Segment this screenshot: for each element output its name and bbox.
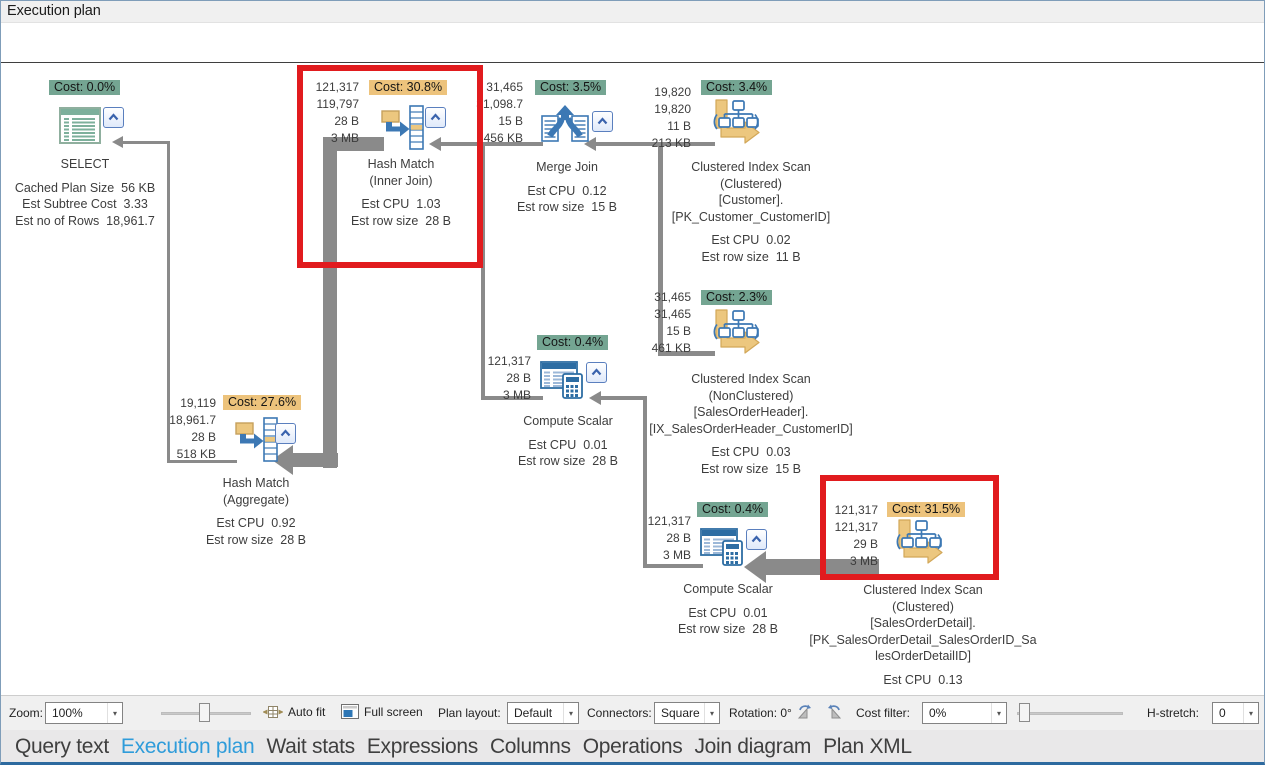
node-label: Clustered Index Scan(Clustered)[SalesOrd… [808, 582, 1038, 688]
select-operator-icon[interactable] [59, 105, 103, 152]
rotation-label: Rotation: 0° [729, 706, 792, 720]
node-detail-lines: Est CPU 0.13 [808, 672, 1038, 689]
cost-badge: Cost: 27.6% [223, 395, 301, 410]
connectors-combobox[interactable]: Square ▾ [654, 702, 720, 724]
h-stretch-label: H-stretch: [1147, 706, 1199, 720]
h-stretch-combobox[interactable]: 0 ▾ [1212, 702, 1259, 724]
cost-filter-combobox[interactable]: 0% ▾ [922, 702, 1007, 724]
arrowhead-icon [744, 551, 766, 583]
rotate-left-icon [796, 704, 815, 719]
plan-canvas[interactable]: Cost: 0.0% SELECTCached Plan Size 56 KBEs… [1, 64, 1264, 695]
arrowhead-icon [589, 391, 601, 405]
tab-query-text[interactable]: Query text [9, 735, 115, 759]
pane-title: Execution plan [1, 1, 1264, 23]
cost-filter-label: Cost filter: [856, 706, 910, 720]
zoom-slider[interactable] [161, 702, 251, 724]
highlight-box-2 [820, 475, 999, 580]
connector-computescalar2-to-computescalar1 [643, 564, 703, 568]
tab-join-diagram[interactable]: Join diagram [688, 735, 817, 759]
node-row-stats: 31,46531,46515 B461 KB [601, 289, 691, 357]
collapse-node-button[interactable] [103, 107, 124, 128]
tab-execution-plan[interactable]: Execution plan [115, 735, 261, 759]
connector-aggregate-to-select [122, 141, 170, 144]
auto-fit-button[interactable]: Auto fit [263, 704, 325, 720]
plan-layout-combobox[interactable]: Default ▾ [507, 702, 579, 724]
scan-operator-icon[interactable] [711, 309, 761, 360]
node-label: SELECTCached Plan Size 56 KBEst Subtree … [1, 156, 200, 229]
tab-plan-xml[interactable]: Plan XML [817, 735, 918, 759]
plan-explorer-window: Execution plan Query cost (relative to t… [0, 0, 1265, 765]
rotate-right-icon [824, 704, 843, 719]
compute-operator-icon[interactable] [540, 359, 586, 406]
cost-filter-slider-thumb[interactable] [1019, 703, 1030, 722]
zoom-label: Zoom: [9, 706, 43, 720]
rotate-right-button[interactable] [824, 704, 843, 719]
dropdown-arrow-icon[interactable]: ▾ [704, 703, 719, 723]
dropdown-arrow-icon[interactable]: ▾ [1243, 703, 1258, 723]
highlight-box-1 [297, 65, 483, 268]
node-row-stats: 19,82019,82011 B213 KB [601, 84, 691, 152]
query-cost-line: Query cost (relative to the batch): 100.… [8, 61, 1264, 63]
full-screen-button[interactable]: Full screen [341, 704, 423, 719]
query-header: Query cost (relative to the batch): 100.… [1, 23, 1264, 63]
tab-wait-stats[interactable]: Wait stats [260, 735, 360, 759]
tab-expressions[interactable]: Expressions [361, 735, 484, 759]
auto-fit-icon [263, 704, 283, 720]
cost-badge: Cost: 0.4% [537, 335, 608, 350]
connectors-label: Connectors: [587, 706, 652, 720]
dropdown-arrow-icon[interactable]: ▾ [107, 703, 122, 723]
node-label: Clustered Index Scan(Clustered)[Customer… [636, 159, 866, 265]
arrowhead-icon [112, 136, 123, 148]
dropdown-arrow-icon[interactable]: ▾ [563, 703, 578, 723]
tab-columns[interactable]: Columns [484, 735, 577, 759]
node-detail-lines: Est CPU 0.92Est row size 28 B [141, 515, 371, 548]
node-detail-lines: Cached Plan Size 56 KBEst Subtree Cost 3… [1, 180, 200, 230]
dropdown-arrow-icon[interactable]: ▾ [991, 703, 1006, 723]
compute-operator-icon[interactable] [700, 526, 746, 573]
tab-operations[interactable]: Operations [577, 735, 689, 759]
zoom-combobox[interactable]: 100% ▾ [45, 702, 123, 724]
node-label: Hash Match(Aggregate)Est CPU 0.92Est row… [141, 475, 371, 548]
collapse-node-button[interactable] [275, 423, 296, 444]
zoom-slider-thumb[interactable] [199, 703, 210, 722]
rotate-left-button[interactable] [796, 704, 815, 719]
node-row-stats: 19,11918,961.728 B518 KB [126, 395, 216, 463]
collapse-node-button[interactable] [746, 529, 767, 550]
cost-badge: Cost: 2.3% [701, 290, 772, 305]
plan-layout-label: Plan layout: [438, 706, 501, 720]
full-screen-icon [341, 704, 359, 719]
node-row-stats: 121,31728 B3 MB [601, 513, 691, 564]
cost-badge: Cost: 0.0% [49, 80, 120, 95]
collapse-node-button[interactable] [586, 362, 607, 383]
node-row-stats: 121,31728 B3 MB [441, 353, 531, 404]
node-detail-lines: Est CPU 0.01Est row size 28 B [453, 437, 683, 470]
plan-toolbar: Zoom: 100% ▾ Auto fit Full screen Plan l… [1, 695, 1264, 730]
cost-badge: Cost: 3.5% [535, 80, 606, 95]
cost-filter-slider[interactable] [1017, 702, 1123, 724]
connector-innerjoin-to-aggregate [292, 453, 338, 467]
scan-operator-icon[interactable] [711, 99, 761, 150]
node-label: Compute ScalarEst CPU 0.01Est row size 2… [453, 413, 683, 470]
cost-badge: Cost: 3.4% [701, 80, 772, 95]
node-detail-lines: Est CPU 0.02Est row size 11 B [636, 232, 866, 265]
merge-operator-icon[interactable] [541, 105, 589, 152]
cost-badge: Cost: 0.4% [697, 502, 768, 517]
bottom-tab-bar: Query textExecution planWait statsExpres… [1, 730, 1264, 763]
